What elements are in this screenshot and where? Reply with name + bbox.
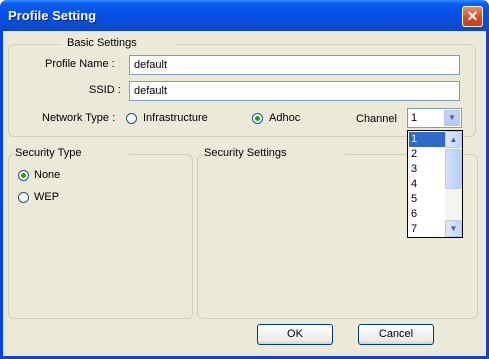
channel-list-scrollbar[interactable]: ▲ ▼ [445,131,462,237]
adhoc-label: Adhoc [269,112,301,124]
window-title: Profile Setting [8,8,97,23]
scroll-up-icon[interactable]: ▲ [445,131,462,148]
channel-dropdown-list[interactable]: 1 2 3 4 5 6 7 ▲ ▼ [407,130,463,238]
scroll-down-icon[interactable]: ▼ [445,220,462,237]
channel-option-3[interactable]: 3 [409,162,446,177]
channel-option-1[interactable]: 1 [409,132,446,147]
close-icon: ✕ [466,8,479,24]
cancel-label: Cancel [378,328,414,340]
channel-option-4[interactable]: 4 [409,177,446,192]
dialog-client-area: Basic Settings Profile Name : default SS… [3,31,486,356]
ssid-label: SSID : [89,84,121,96]
channel-value: 1 [411,112,418,124]
close-button[interactable]: ✕ [462,6,483,27]
profile-name-label: Profile Name : [45,58,115,70]
scroll-thumb[interactable] [445,149,462,189]
network-type-label: Network Type : [42,112,116,124]
cancel-button[interactable]: Cancel [358,324,434,345]
security-wep-label: WEP [34,191,60,203]
profile-setting-window: Profile Setting ✕ Basic Settings Profile… [0,0,489,359]
chevron-down-icon[interactable]: ▼ [444,110,460,126]
channel-option-6[interactable]: 6 [409,207,446,222]
channel-option-2[interactable]: 2 [409,147,446,162]
profile-name-input[interactable]: default [129,55,460,75]
adhoc-radio[interactable] [252,113,263,124]
title-bar[interactable]: Profile Setting ✕ [0,0,489,31]
security-wep-radio[interactable] [18,192,29,203]
infrastructure-radio[interactable] [126,113,137,124]
basic-settings-label: Basic Settings [61,37,177,49]
security-none-radio[interactable] [18,170,29,181]
profile-name-value: default [134,59,168,71]
security-settings-label: Security Settings [202,147,345,159]
security-none-label: None [34,169,61,181]
channel-select[interactable]: 1 ▼ [407,108,462,128]
channel-option-7[interactable]: 7 [409,222,446,237]
security-type-label: Security Type [13,147,130,159]
ssid-value: default [134,85,168,97]
ok-label: OK [287,328,303,340]
ok-button[interactable]: OK [257,324,333,345]
channel-label: Channel [356,113,397,125]
infrastructure-label: Infrastructure [143,112,208,124]
channel-option-5[interactable]: 5 [409,192,446,207]
ssid-input[interactable]: default [129,81,460,101]
